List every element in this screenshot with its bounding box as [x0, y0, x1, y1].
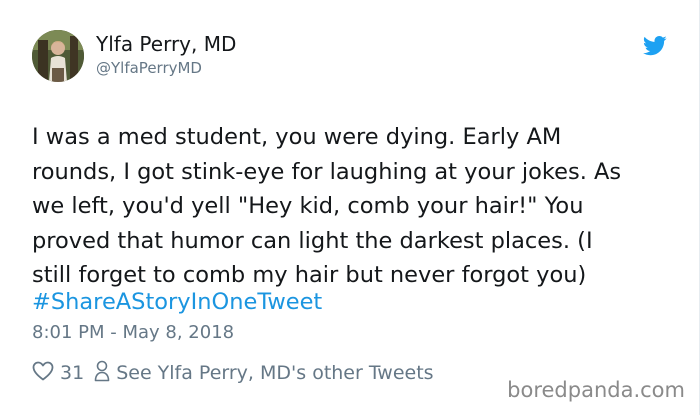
other-tweets-label: See Ylfa Perry, MD's other Tweets	[116, 362, 434, 384]
like-count: 31	[60, 362, 85, 384]
twitter-bird-icon[interactable]	[643, 36, 667, 56]
author-handle[interactable]: @YlfaPerryMD	[96, 59, 202, 77]
author-name[interactable]: Ylfa Perry, MD	[96, 32, 236, 56]
heart-icon	[32, 361, 60, 386]
person-icon	[94, 360, 116, 387]
watermark-text: boredpanda.com	[507, 378, 685, 402]
tweet-body: I was a med student, you were dying. Ear…	[32, 124, 622, 288]
tweet-actions: 31 See Ylfa Perry, MD's other Tweets	[32, 360, 434, 386]
tweet-card: Ylfa Perry, MD @YlfaPerryMD I was a med …	[0, 0, 700, 415]
hashtag-link[interactable]: #ShareAStoryInOneTweet	[32, 285, 322, 320]
like-button[interactable]: 31	[32, 361, 94, 386]
avatar[interactable]	[32, 30, 84, 82]
tweet-timestamp[interactable]: 8:01 PM - May 8, 2018	[32, 322, 234, 343]
other-tweets-link[interactable]: See Ylfa Perry, MD's other Tweets	[94, 360, 434, 387]
